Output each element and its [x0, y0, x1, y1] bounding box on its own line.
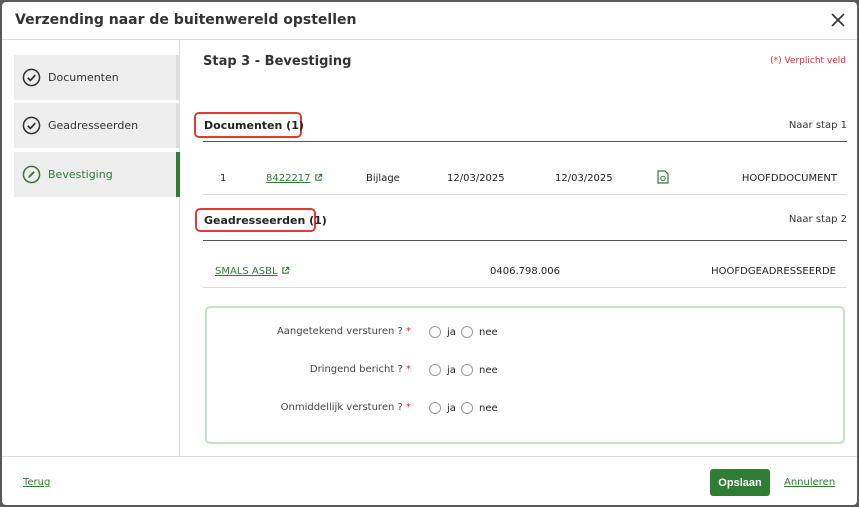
recipient-role: HOOFDGEADRESSEERDE: [711, 266, 836, 277]
urgent-question: Dringend bericht ? *: [309, 364, 411, 375]
registered-no-radio[interactable]: nee: [461, 326, 498, 338]
sidebar-step-geadresseerden[interactable]: Geadresseerden: [14, 103, 180, 148]
document-number-link[interactable]: 8422217: [266, 173, 323, 184]
radio-circle-icon[interactable]: [461, 402, 473, 414]
goto-step-2-link[interactable]: Naar stap 2: [789, 214, 847, 225]
modal-footer: Terug Opslaan Annuleren: [2, 456, 857, 505]
modal-title: Verzending naar de buitenwereld opstelle…: [15, 12, 357, 28]
modal-header: Verzending naar de buitenwereld opstelle…: [2, 2, 857, 40]
radio-circle-icon[interactable]: [429, 326, 441, 338]
immediate-no-radio[interactable]: nee: [461, 402, 498, 414]
back-link[interactable]: Terug: [23, 477, 50, 488]
document-date: 12/03/2025: [447, 173, 505, 184]
document-index: 1: [220, 173, 227, 184]
documents-section-title: Documenten (1): [204, 119, 304, 132]
immediate-question: Onmiddellijk versturen ? *: [280, 402, 411, 413]
immediate-yes-radio[interactable]: ja: [429, 402, 456, 414]
sidebar-step-bevestiging[interactable]: Bevestiging: [14, 152, 180, 197]
check-circle-icon: [22, 116, 41, 135]
row-divider: [203, 287, 847, 288]
sidebar-step-label: Documenten: [48, 71, 119, 84]
document-role: HOOFDDOCUMENT: [741, 173, 837, 184]
sidebar-step-documenten[interactable]: Documenten: [14, 55, 180, 100]
document-date: 12/03/2025: [555, 173, 613, 184]
external-link-icon: [281, 266, 289, 274]
modal-dialog: Verzending naar de buitenwereld opstelle…: [2, 2, 857, 505]
recipient-number: 0406.798.006: [490, 266, 560, 277]
step-sidebar: Documenten Geadresseerden Bevestiging: [2, 40, 180, 456]
radio-circle-icon[interactable]: [461, 364, 473, 376]
row-divider: [203, 194, 847, 195]
save-button[interactable]: Opslaan: [710, 469, 770, 496]
registered-question: Aangetekend versturen ? *: [276, 326, 411, 337]
sidebar-step-label: Bevestiging: [48, 168, 113, 181]
external-link-icon: [314, 173, 322, 181]
registered-yes-radio[interactable]: ja: [429, 326, 456, 338]
check-circle-icon: [22, 68, 41, 87]
goto-step-1-link[interactable]: Naar stap 1: [789, 120, 847, 131]
required-note: (*) Verplicht veld: [770, 56, 846, 66]
radio-circle-icon[interactable]: [429, 364, 441, 376]
recipient-name-link[interactable]: SMALS ASBL: [215, 266, 290, 277]
urgent-no-radio[interactable]: nee: [461, 364, 498, 376]
document-type: Bijlage: [366, 173, 400, 184]
pencil-circle-icon: [22, 165, 41, 184]
document-file-icon[interactable]: [657, 170, 669, 184]
cancel-link[interactable]: Annuleren: [784, 477, 835, 488]
step-content: Stap 3 - Bevestiging (*) Verplicht veld …: [181, 40, 857, 456]
step-title: Stap 3 - Bevestiging: [203, 54, 352, 69]
sidebar-step-label: Geadresseerden: [48, 119, 139, 132]
recipients-divider: [203, 240, 847, 241]
radio-circle-icon[interactable]: [461, 326, 473, 338]
recipients-section-title: Geadresseerden (1): [204, 214, 327, 227]
close-icon[interactable]: [829, 11, 847, 29]
documents-divider: [203, 141, 847, 142]
radio-circle-icon[interactable]: [429, 402, 441, 414]
send-options-panel: Aangetekend versturen ? * ja nee Dringen…: [205, 306, 845, 444]
urgent-yes-radio[interactable]: ja: [429, 364, 456, 376]
